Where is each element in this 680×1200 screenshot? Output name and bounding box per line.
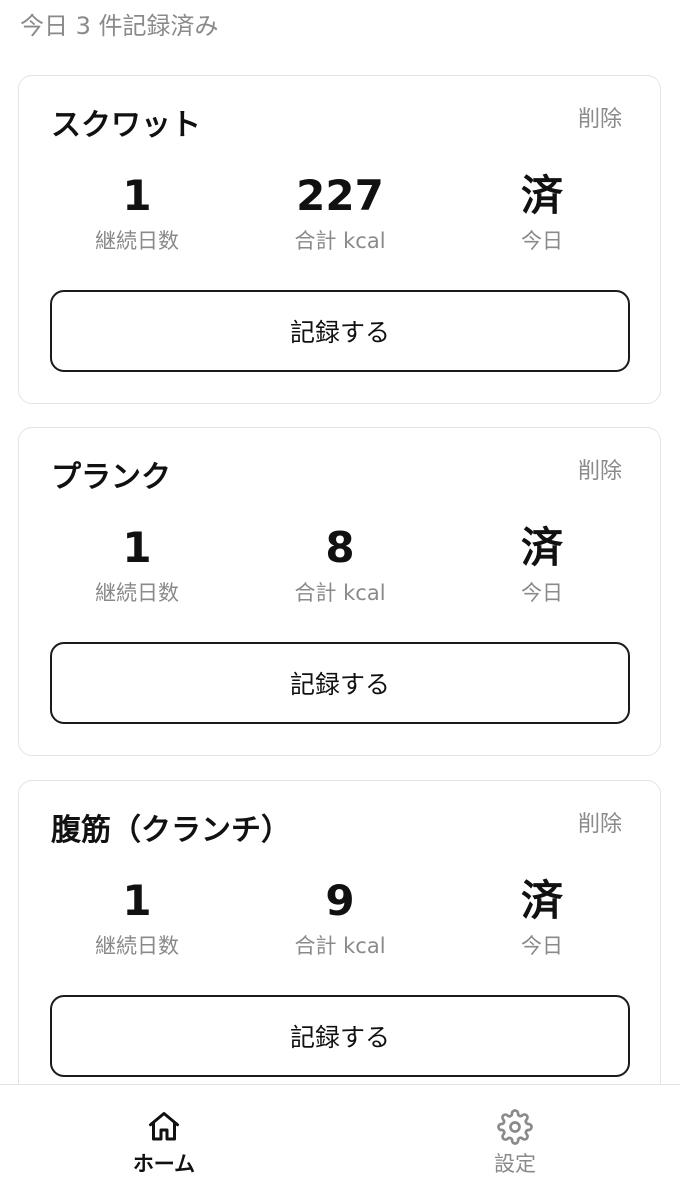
habit-title: プランク: [51, 460, 171, 495]
record-button[interactable]: 記録する: [50, 290, 630, 372]
streak-value: 1: [122, 523, 152, 572]
kcal-stat: 227 合計 kcal: [240, 168, 440, 256]
streak-stat: 1 継続日数: [37, 168, 237, 256]
today-value: 済: [520, 171, 563, 220]
habit-card: プランク 削除 1 継続日数 8 合計 kcal 済 今日 記録する: [18, 427, 661, 756]
delete-button[interactable]: 削除: [578, 104, 622, 136]
app-root: 今日 3 件記録済み スクワット 削除 1 継続日数 227 合計 kcal 済…: [0, 0, 680, 1200]
kcal-value: 9: [325, 876, 355, 925]
habit-card: 腹筋（クランチ） 削除 1 継続日数 9 合計 kcal 済 今日 記録する: [18, 780, 661, 1109]
kcal-value: 8: [325, 523, 355, 572]
kcal-stat: 8 合計 kcal: [240, 520, 440, 608]
today-stat: 済 今日: [442, 520, 642, 608]
today-stat: 済 今日: [442, 873, 642, 961]
tab-settings-label: 設定: [494, 1152, 536, 1176]
tab-home[interactable]: ホーム: [64, 1085, 264, 1200]
today-label: 今日: [521, 229, 563, 253]
streak-stat: 1 継続日数: [37, 873, 237, 961]
streak-label: 継続日数: [95, 229, 179, 253]
tab-home-label: ホーム: [132, 1152, 196, 1176]
kcal-label: 合計 kcal: [294, 229, 386, 253]
home-icon: [149, 1112, 179, 1141]
habit-card: スクワット 削除 1 継続日数 227 合計 kcal 済 今日 記録する: [18, 75, 661, 404]
record-button[interactable]: 記録する: [50, 642, 630, 724]
delete-button[interactable]: 削除: [578, 809, 622, 841]
streak-value: 1: [122, 171, 152, 220]
today-value: 済: [520, 876, 563, 925]
streak-value: 1: [122, 876, 152, 925]
kcal-label: 合計 kcal: [294, 581, 386, 605]
streak-label: 継続日数: [95, 934, 179, 958]
kcal-stat: 9 合計 kcal: [240, 873, 440, 961]
kcal-value: 227: [296, 171, 384, 220]
tab-settings[interactable]: 設定: [415, 1085, 615, 1200]
streak-label: 継続日数: [95, 581, 179, 605]
today-stat: 済 今日: [442, 168, 642, 256]
record-button[interactable]: 記録する: [50, 995, 630, 1077]
today-summary: 今日 3 件記録済み: [20, 12, 219, 40]
habit-title: 腹筋（クランチ）: [51, 813, 291, 848]
today-value: 済: [520, 523, 563, 572]
today-label: 今日: [521, 581, 563, 605]
delete-button[interactable]: 削除: [578, 456, 622, 488]
bottom-tab-bar: ホーム 設定: [0, 1084, 680, 1200]
kcal-label: 合計 kcal: [294, 934, 386, 958]
today-label: 今日: [521, 934, 563, 958]
gear-icon: [497, 1109, 533, 1145]
streak-stat: 1 継続日数: [37, 520, 237, 608]
habit-title: スクワット: [51, 108, 201, 143]
